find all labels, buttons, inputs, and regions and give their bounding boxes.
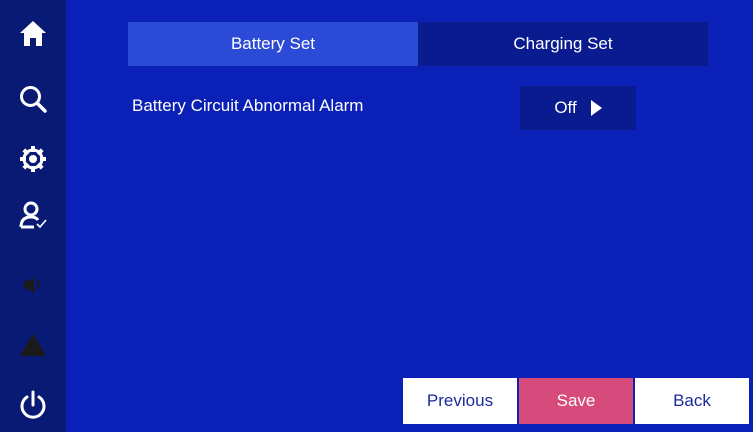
tab-battery-set-label: Battery Set [230, 34, 316, 53]
previous-button[interactable]: Previous [403, 378, 517, 424]
warning-icon[interactable] [0, 318, 66, 372]
back-button-label: Back [673, 391, 711, 410]
tab-charging-set[interactable]: Charging Set [418, 22, 708, 66]
chevron-right-icon [590, 100, 602, 116]
speaker-icon[interactable] [0, 258, 66, 312]
tab-battery-set[interactable]: Battery Set [128, 22, 418, 66]
battery-circuit-alarm-label: Battery Circuit Abnormal Alarm [132, 96, 364, 115]
previous-button-label: Previous [426, 391, 494, 410]
main-panel: Battery Set Charging Set Battery Circuit… [66, 0, 753, 432]
save-button[interactable]: Save [519, 378, 633, 424]
power-icon[interactable] [0, 378, 66, 432]
home-icon[interactable] [0, 6, 66, 60]
user-check-icon[interactable] [0, 188, 66, 242]
alarm-value: Off [554, 98, 577, 117]
back-button[interactable]: Back [635, 378, 749, 424]
sidebar [0, 0, 66, 432]
search-icon[interactable] [0, 72, 66, 126]
save-button-label: Save [556, 391, 596, 410]
gear-icon[interactable] [0, 132, 66, 186]
tab-charging-set-label: Charging Set [513, 34, 613, 53]
battery-circuit-alarm-toggle[interactable]: Off [520, 86, 636, 130]
